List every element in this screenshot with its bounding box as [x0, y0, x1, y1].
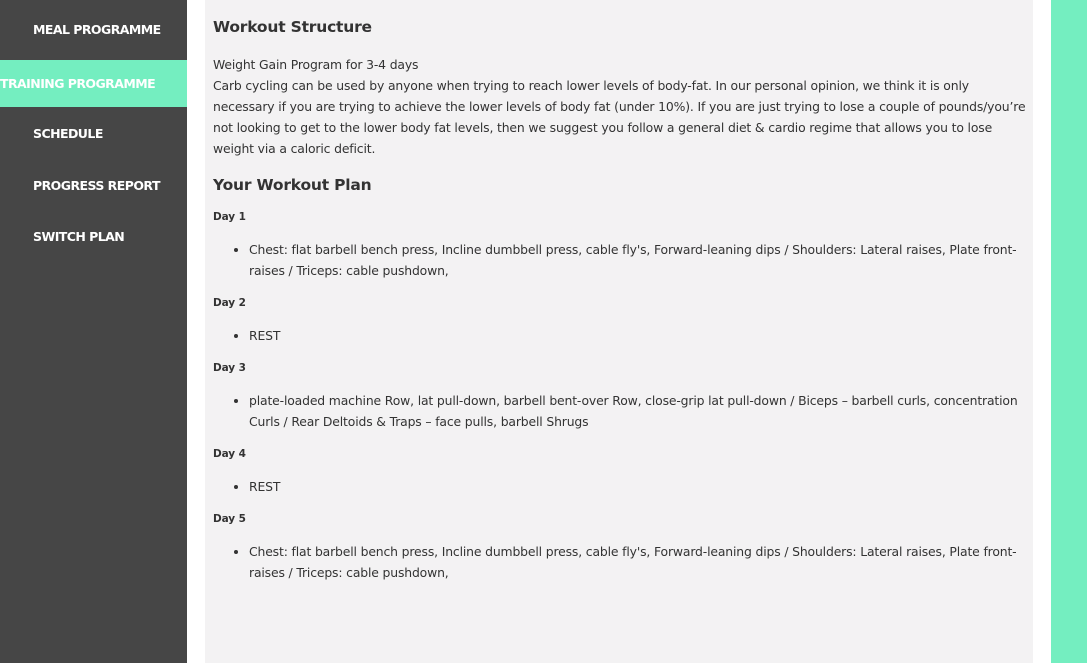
- day-4-label: Day 4: [213, 448, 246, 460]
- content-scroll-area[interactable]: Workout Structure Weight Gain Program fo…: [205, 0, 1033, 583]
- page-title: Workout Structure: [213, 18, 372, 36]
- day-3-list: plate-loaded machine Row, lat pull-down,…: [213, 390, 1027, 432]
- right-gutter: [1033, 0, 1051, 663]
- sidebar-item-training-programme[interactable]: TRAINING PROGRAMME: [0, 60, 187, 107]
- day-2-list: REST: [213, 325, 1027, 346]
- day-3-label: Day 3: [213, 362, 246, 374]
- list-item: Chest: flat barbell bench press, Incline…: [249, 239, 1027, 281]
- intro-body: Carb cycling can be used by anyone when …: [213, 78, 1026, 156]
- sidebar-item-schedule[interactable]: SCHEDULE: [0, 110, 187, 157]
- sidebar-nav: MEAL PROGRAMME TRAINING PROGRAMME SCHEDU…: [0, 0, 187, 663]
- intro-text: Weight Gain Program for 3-4 days Carb cy…: [213, 54, 1027, 159]
- list-item: Chest: flat barbell bench press, Incline…: [249, 541, 1027, 583]
- accent-rail: [1051, 0, 1087, 663]
- workout-plan-title: Your Workout Plan: [213, 176, 372, 194]
- sidebar-item-meal-programme[interactable]: MEAL PROGRAMME: [0, 6, 187, 53]
- intro-subtitle: Weight Gain Program for 3-4 days: [213, 57, 419, 72]
- day-4-list: REST: [213, 476, 1027, 497]
- day-2-label: Day 2: [213, 297, 246, 309]
- day-5-label: Day 5: [213, 513, 246, 525]
- day-1-list: Chest: flat barbell bench press, Incline…: [213, 239, 1027, 281]
- day-5-list: Chest: flat barbell bench press, Incline…: [213, 541, 1027, 583]
- sidebar-item-switch-plan[interactable]: SWITCH PLAN: [0, 213, 187, 260]
- day-1-label: Day 1: [213, 211, 246, 223]
- list-item: REST: [249, 325, 1027, 346]
- sidebar-item-progress-report[interactable]: PROGRESS REPORT: [0, 162, 187, 209]
- list-item: REST: [249, 476, 1027, 497]
- main-content: Workout Structure Weight Gain Program fo…: [205, 0, 1033, 663]
- list-item: plate-loaded machine Row, lat pull-down,…: [249, 390, 1027, 432]
